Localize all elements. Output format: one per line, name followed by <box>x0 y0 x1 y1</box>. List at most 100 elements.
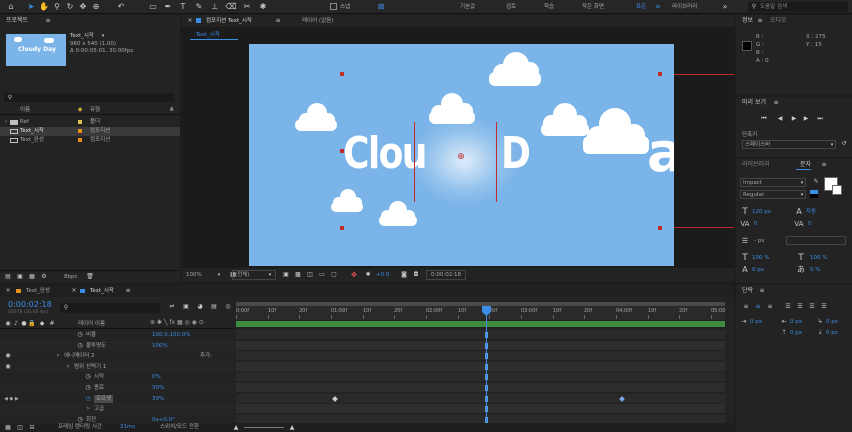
puppet-tool-icon[interactable]: ✱ <box>258 2 268 12</box>
space-before-value[interactable]: 0 px <box>790 329 802 337</box>
indent-first-value[interactable]: 0 px <box>826 318 838 326</box>
eyedropper-icon[interactable]: ✎ <box>812 178 820 186</box>
playhead-line[interactable] <box>486 306 487 432</box>
region-of-interest-icon[interactable]: ▣ <box>282 271 290 279</box>
stroke-width-value[interactable]: - px <box>754 237 764 245</box>
bpc-label[interactable]: 8bpc <box>64 273 78 281</box>
stroke-type-select[interactable] <box>786 236 846 245</box>
property-value[interactable]: 30% <box>152 384 164 392</box>
timeline-property-row[interactable]: ◷ 비율 100.0,100.0% <box>0 330 234 340</box>
panel-menu-icon[interactable]: ≡ <box>44 16 52 26</box>
layer-switches-icon[interactable]: ◫ <box>16 423 24 432</box>
stopwatch-icon[interactable]: › <box>54 352 62 360</box>
pan-behind-icon[interactable]: ⊕ <box>91 2 101 12</box>
eye-icon[interactable] <box>4 384 12 392</box>
interpret-footage-icon[interactable]: ▤ <box>4 273 12 281</box>
stopwatch-icon[interactable]: ◷ <box>84 373 92 381</box>
eye-icon[interactable] <box>4 373 12 381</box>
toggle-switches-modes[interactable]: 스위치/모드 전환 <box>160 423 199 431</box>
mask-visibility-icon[interactable]: ◫ <box>306 271 314 279</box>
undo-icon[interactable]: ↶ <box>116 2 126 12</box>
horizontal-scale-value[interactable]: 100 % <box>810 254 827 262</box>
justify-all-icon[interactable]: ☰ <box>820 303 828 311</box>
audio-tab[interactable]: 오디오 <box>766 16 787 26</box>
tsume-value[interactable]: 0 % <box>810 266 820 274</box>
next-frame-icon[interactable]: ▶ <box>802 115 810 123</box>
stopwatch-icon[interactable]: ◷ <box>84 395 92 403</box>
align-right-icon[interactable]: ≡ <box>766 303 774 311</box>
eye-icon[interactable] <box>4 342 12 350</box>
eraser-tool-icon[interactable]: ⌫ <box>225 2 236 12</box>
keyframe-navigator[interactable]: ◀ ◆ ▶ <box>4 395 19 403</box>
timeline-property-row[interactable]: ◷ 불투명도 100% <box>0 341 234 351</box>
align-center-icon[interactable]: ≡ <box>754 303 762 311</box>
property-track[interactable] <box>236 341 725 351</box>
justify-right-icon[interactable]: ☰ <box>808 303 816 311</box>
new-comp-icon[interactable]: ▦ <box>28 273 36 281</box>
property-track[interactable] <box>236 362 725 372</box>
font-select[interactable]: Impact ▾ <box>740 178 806 187</box>
workspace-small-screen[interactable]: 작은 화면 <box>582 3 604 11</box>
hierarchy-icon[interactable]: ⋔ <box>168 106 176 114</box>
composition-icon[interactable]: ▦ <box>4 423 12 432</box>
panel-menu-icon[interactable]: ≡ <box>820 160 828 170</box>
baseline-shift-value[interactable]: 0 px <box>752 266 764 274</box>
transparency-grid-icon[interactable]: ▩ <box>294 271 302 279</box>
vertical-scale-value[interactable]: 100 % <box>752 254 769 262</box>
transform-handle[interactable] <box>340 72 344 76</box>
hand-tool-icon[interactable]: ✋ <box>39 2 49 12</box>
comp-lock-icon[interactable] <box>196 18 201 23</box>
col-name[interactable]: 이름 <box>20 106 30 114</box>
snapshot-icon[interactable]: ◙ <box>400 271 408 279</box>
stopwatch-icon[interactable]: ◷ <box>76 342 84 350</box>
canvas-text-right[interactable]: D <box>501 130 531 178</box>
type-tool-icon[interactable]: T <box>178 2 188 12</box>
style-select[interactable]: Regular ▾ <box>740 190 806 199</box>
transform-handle[interactable] <box>658 72 662 76</box>
camera-tool-icon[interactable]: ✥ <box>78 2 88 12</box>
align-left-icon[interactable]: ≡ <box>742 303 750 311</box>
project-item-row[interactable]: Text_시작 컴포지션 <box>0 127 180 136</box>
property-track[interactable] <box>236 383 725 393</box>
zoom-select[interactable]: 100% ▾ <box>186 270 226 280</box>
stopwatch-icon[interactable]: ◷ <box>76 331 84 339</box>
home-icon[interactable]: ⌂ <box>6 2 16 12</box>
property-value[interactable]: 39% <box>152 395 164 403</box>
roto-tool-icon[interactable]: ✂ <box>242 2 252 12</box>
property-value[interactable]: 100% <box>152 342 168 350</box>
pen-tool-icon[interactable]: ✒ <box>163 2 173 12</box>
views-icon[interactable]: ▢ <box>330 271 338 279</box>
label-swatch[interactable] <box>78 138 82 142</box>
indent-right-value[interactable]: 0 px <box>790 318 802 326</box>
help-search-box[interactable]: ⚲ 도움말 검색 <box>748 2 848 12</box>
show-snapshot-icon[interactable]: ◘ <box>412 271 420 279</box>
project-search[interactable]: ⚲ <box>4 93 174 102</box>
transform-handle[interactable] <box>658 226 662 230</box>
property-value[interactable]: 추가: <box>200 352 212 360</box>
panel-menu-icon[interactable]: ≡ <box>758 286 766 296</box>
leading-value[interactable]: 자동 <box>806 208 816 216</box>
black-white-swatches[interactable] <box>810 190 818 198</box>
project-item-row[interactable]: Text_완성 컴포지션 <box>0 136 180 145</box>
property-value[interactable]: 100.0,100.0% <box>152 331 190 339</box>
col-type[interactable]: 유형 <box>90 106 100 114</box>
active-camera-icon[interactable]: ▭ <box>318 271 326 279</box>
stopwatch-icon[interactable]: › <box>64 363 72 371</box>
last-frame-icon[interactable]: ⏭ <box>816 115 824 123</box>
kerning-value[interactable]: 0 <box>754 220 758 228</box>
workspace-overflow-icon[interactable]: » <box>720 2 730 12</box>
anchor-point-icon[interactable]: ⊕ <box>456 152 466 162</box>
zoom-out-icon[interactable]: ▲ <box>232 423 240 432</box>
property-track[interactable] <box>236 372 725 382</box>
timeline-property-row[interactable]: ◷ 오프셋 39% ◀ ◆ ▶ <box>0 394 234 404</box>
zoom-tool-icon[interactable]: ⚲ <box>52 2 62 12</box>
settings-icon[interactable]: ⚙ <box>40 273 48 281</box>
canvas-text-far[interactable]: a <box>647 124 674 182</box>
timeline-property-row[interactable]: ◷ 종료 30% <box>0 383 234 393</box>
comp-tab[interactable]: 컴포지션 Text_시작 <box>206 17 252 25</box>
transform-handle[interactable] <box>340 149 344 153</box>
first-frame-icon[interactable]: ⏮ <box>760 115 768 123</box>
stroke-color-swatch[interactable] <box>832 185 842 195</box>
new-folder-icon[interactable]: ▣ <box>16 273 24 281</box>
exposure-value[interactable]: +0.0 <box>376 271 389 279</box>
